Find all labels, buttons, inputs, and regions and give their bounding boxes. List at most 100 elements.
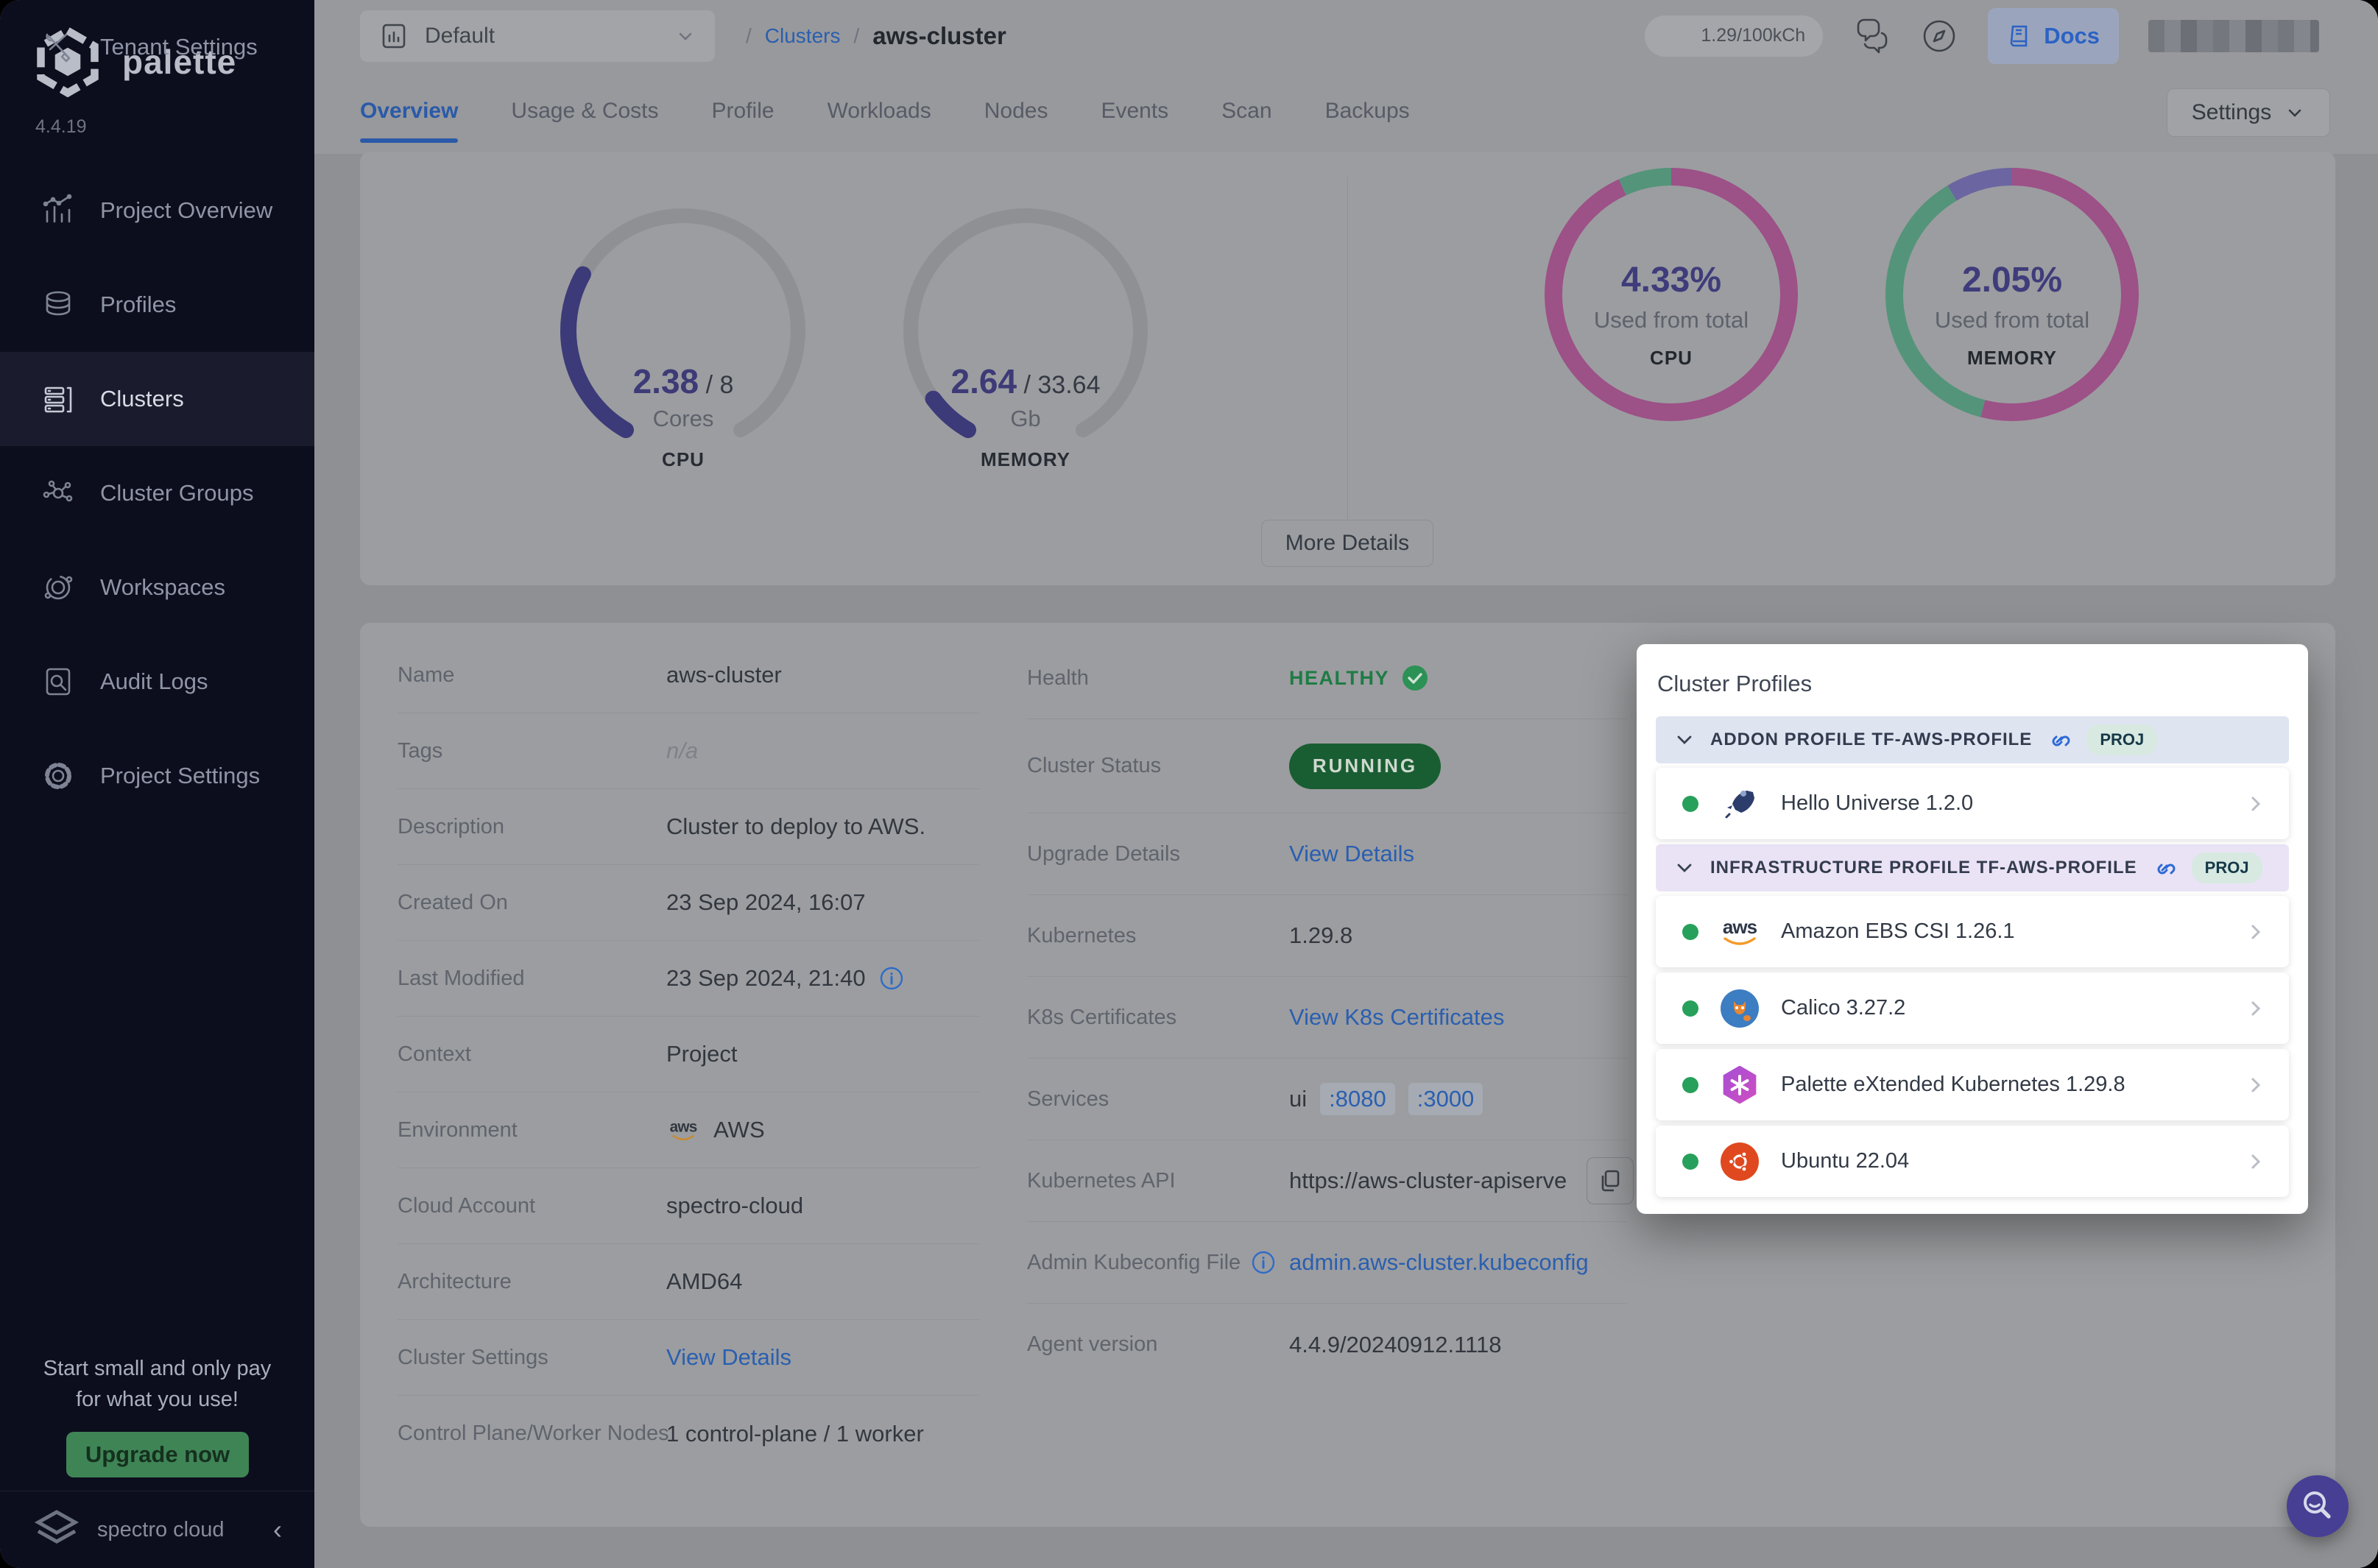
proj-badge: PROJ (2192, 852, 2262, 883)
detail-row-created-on: Created On 23 Sep 2024, 16:07 (398, 865, 979, 941)
view-k8s-certificates-link[interactable]: View K8s Certificates (1289, 1004, 1504, 1031)
cluster-profiles-title: Cluster Profiles (1657, 671, 2289, 697)
chevron-right-icon (2245, 997, 2267, 1020)
breadcrumb-separator: / (853, 24, 859, 48)
memory-gauge-unit: Gb (900, 406, 1151, 432)
sidebar-item-label: Tenant Settings (100, 34, 258, 60)
section-name: ADDON PROFILE TF-AWS-PROFILE (1710, 730, 2032, 750)
docs-label: Docs (2044, 23, 2100, 49)
breadcrumb-current: aws-cluster (872, 22, 1006, 50)
sidebar-item-label: Clusters (100, 386, 184, 412)
docs-button[interactable]: Docs (1988, 8, 2119, 64)
tab-usage-costs[interactable]: Usage & Costs (511, 82, 658, 143)
app-window: palette 4.4.19 Project Overview Profiles (0, 0, 2378, 1568)
settings-label: Settings (2192, 100, 2271, 125)
memory-gauge-value: 2.64 / 33.64 (900, 361, 1151, 401)
memory-gauge-label: MEMORY (900, 448, 1151, 471)
cpu-used-percent: 4.33% (1542, 260, 1800, 300)
kubeconfig-download-link[interactable]: admin.aws-cluster.kubeconfig (1289, 1249, 1589, 1276)
tab-workloads[interactable]: Workloads (828, 82, 931, 143)
calico-cat-icon (1721, 989, 1759, 1028)
section-name: INFRASTRUCTURE PROFILE TF-AWS-PROFILE (1710, 858, 2137, 878)
chevron-right-icon (2245, 793, 2267, 815)
sidebar-item-cluster-groups[interactable]: Cluster Groups (0, 446, 314, 540)
detail-row-tags: Tags n/a (398, 713, 979, 789)
sidebar-item-tenant-settings[interactable]: Tenant Settings (0, 0, 314, 94)
copy-icon (1598, 1168, 1623, 1193)
breadcrumb-clusters-link[interactable]: Clusters (765, 24, 841, 48)
tab-scan[interactable]: Scan (1221, 82, 1271, 143)
book-icon (2007, 24, 2032, 49)
profile-item-name: Calico 3.27.2 (1781, 996, 1905, 1020)
tab-backups[interactable]: Backups (1325, 82, 1410, 143)
more-details-button[interactable]: More Details (1261, 520, 1433, 567)
profile-item-calico[interactable]: Calico 3.27.2 (1656, 972, 2289, 1044)
search-fab-button[interactable] (2287, 1475, 2349, 1537)
info-icon[interactable] (879, 966, 904, 991)
chevron-down-icon (1673, 729, 1696, 751)
profile-item-hello-universe[interactable]: Hello Universe 1.2.0 (1656, 768, 2289, 839)
sidebar-item-label: Cluster Groups (100, 480, 253, 506)
status-dot-icon (1682, 796, 1698, 812)
sidebar-item-clusters[interactable]: Clusters (0, 352, 314, 446)
tab-nodes[interactable]: Nodes (984, 82, 1048, 143)
detail-row-cluster-settings: Cluster Settings View Details (398, 1320, 979, 1396)
detail-row-cloud-account: Cloud Account spectro-cloud (398, 1168, 979, 1244)
detail-row-context: Context Project (398, 1017, 979, 1092)
sidebar-item-workspaces[interactable]: Workspaces (0, 540, 314, 635)
tabs: Overview Usage & Costs Profile Workloads… (360, 82, 1410, 143)
project-scope-select[interactable]: Default (360, 10, 715, 62)
upgrade-now-button[interactable]: Upgrade now (66, 1432, 249, 1477)
compass-icon[interactable] (1920, 17, 1958, 55)
topbar-actions: 1.29/100kCh Docs (1645, 8, 2378, 64)
sidebar-item-profiles[interactable]: Profiles (0, 258, 314, 352)
cpu-gauge-value: 2.38 / 8 (558, 361, 808, 401)
service-port-link[interactable]: :3000 (1408, 1083, 1483, 1115)
sidebar-item-project-overview[interactable]: Project Overview (0, 163, 314, 258)
breadcrumb-separator: / (746, 24, 752, 48)
copy-button[interactable] (1587, 1157, 1634, 1204)
upgrade-view-details-link[interactable]: View Details (1289, 841, 1414, 867)
collapse-sidebar-icon[interactable]: ‹ (273, 1514, 282, 1545)
palette-hexagon-icon (1721, 1066, 1759, 1104)
tab-profile[interactable]: Profile (712, 82, 775, 143)
details-left-column: Name aws-cluster Tags n/a Description Cl… (398, 638, 979, 1472)
profile-item-amazon-ebs-csi[interactable]: aws Amazon EBS CSI 1.26.1 (1656, 896, 2289, 967)
chat-icon[interactable] (1852, 17, 1891, 55)
cluster-settings-view-details-link[interactable]: View Details (666, 1344, 791, 1371)
tab-overview[interactable]: Overview (360, 82, 458, 143)
detail-row-last-modified: Last Modified 23 Sep 2024, 21:40 (398, 941, 979, 1017)
infrastructure-profile-section-header[interactable]: INFRASTRUCTURE PROFILE TF-AWS-PROFILE PR… (1656, 844, 2289, 891)
service-port-link[interactable]: :8080 (1320, 1083, 1395, 1115)
server-list-icon (41, 382, 75, 416)
status-dot-icon (1682, 1077, 1698, 1093)
memory-donut-label: MEMORY (1883, 347, 2141, 370)
proj-badge: PROJ (2086, 724, 2157, 755)
profile-item-name: Ubuntu 22.04 (1781, 1149, 1909, 1173)
redacted-username (2148, 20, 2319, 52)
orbit-icon (41, 571, 75, 604)
status-dot-icon (1682, 1154, 1698, 1170)
detail-row-health: Health HEALTHY (1027, 638, 1627, 719)
sidebar-item-label: Project Settings (100, 763, 260, 789)
detail-row-environment: Environment aws AWS (398, 1092, 979, 1168)
aws-icon: aws (1721, 913, 1759, 951)
chevron-down-icon (675, 26, 696, 46)
settings-dropdown-button[interactable]: Settings (2167, 88, 2330, 137)
tab-events[interactable]: Events (1101, 82, 1168, 143)
chevron-down-icon (1673, 857, 1696, 879)
profile-item-palette-extended-kubernetes[interactable]: Palette eXtended Kubernetes 1.29.8 (1656, 1049, 2289, 1120)
sidebar-item-project-settings[interactable]: Project Settings (0, 729, 314, 823)
cpu-usage-donut: 4.33% Used from total CPU (1542, 166, 1800, 423)
addon-profile-section-header[interactable]: ADDON PROFILE TF-AWS-PROFILE PROJ (1656, 716, 2289, 763)
sidebar-item-label: Profiles (100, 292, 176, 318)
sidebar-item-label: Workspaces (100, 574, 225, 601)
profile-item-name: Amazon EBS CSI 1.26.1 (1781, 919, 2015, 944)
sidebar-item-audit-logs[interactable]: Audit Logs (0, 635, 314, 729)
spectro-cloud-logo-icon (32, 1509, 81, 1550)
profile-item-name: Palette eXtended Kubernetes 1.29.8 (1781, 1073, 2125, 1097)
aws-icon: aws (670, 1119, 697, 1141)
info-icon[interactable] (1251, 1250, 1276, 1275)
profile-item-ubuntu[interactable]: Ubuntu 22.04 (1656, 1126, 2289, 1197)
doc-search-icon (41, 665, 75, 699)
